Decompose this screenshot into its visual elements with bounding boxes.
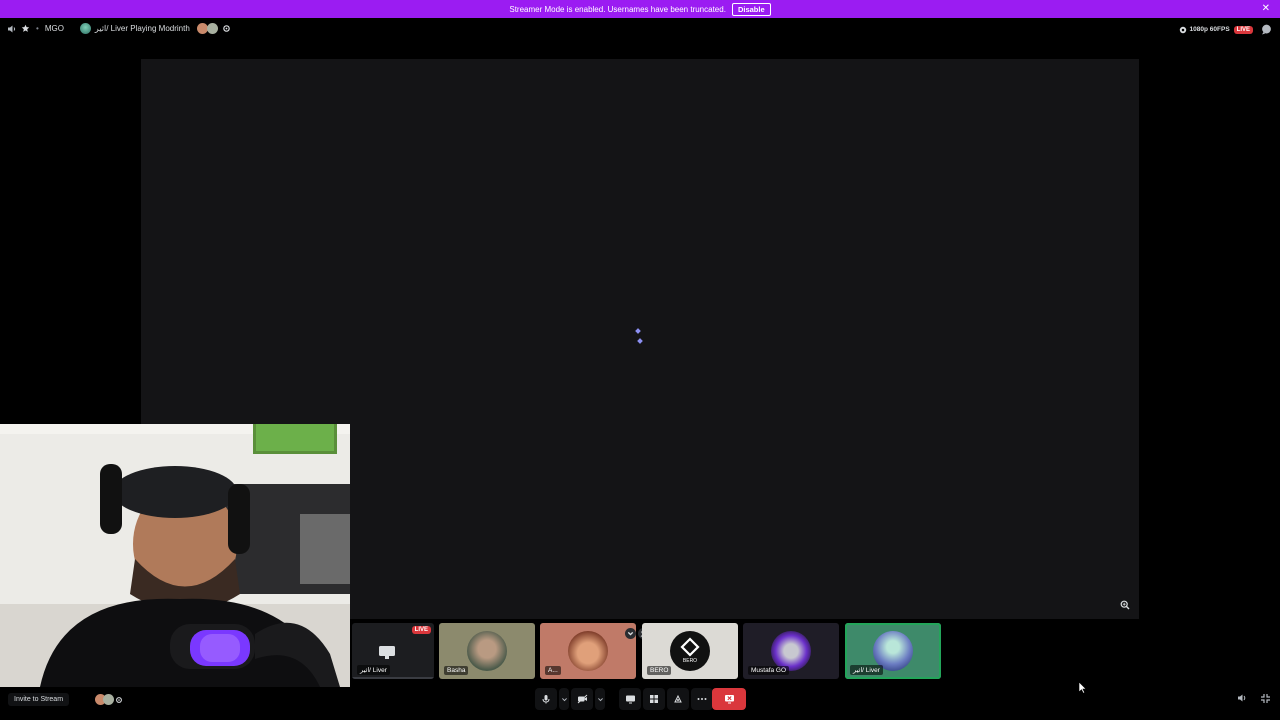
viewer-avatars[interactable] — [95, 694, 123, 705]
volume-icon — [1238, 694, 1246, 702]
stream-title: اثير/ Liver Playing Modrinth — [94, 24, 190, 33]
participant-tile[interactable]: A... — [540, 623, 636, 679]
tile-name: Basha — [444, 666, 469, 675]
more-dots-icon — [697, 698, 707, 700]
activities-button[interactable] — [643, 688, 665, 710]
participant-tile[interactable]: LIVE اثير/ Liver — [352, 623, 434, 679]
chevron-down-icon — [597, 697, 603, 701]
tile-name: A... — [545, 666, 561, 675]
streamer-avatar — [79, 23, 91, 34]
volume-control[interactable] — [1237, 693, 1248, 703]
stop-streaming-button[interactable] — [712, 688, 746, 710]
tile-name: BERO — [647, 666, 672, 675]
participant-tile[interactable]: اثير/ Liver — [845, 623, 941, 679]
star-icon[interactable] — [21, 24, 30, 33]
settings-gear-icon[interactable] — [222, 24, 231, 33]
tile-live-badge: LIVE — [411, 626, 431, 634]
streamer-mode-banner: Streamer Mode is enabled. Usernames have… — [0, 0, 1280, 18]
webcam-scene — [0, 424, 350, 687]
soundboard-button[interactable] — [667, 688, 689, 710]
banner-message: Streamer Mode is enabled. Usernames have… — [509, 4, 726, 14]
participant-tile[interactable]: Basha — [439, 623, 535, 679]
share-screen-button[interactable] — [619, 688, 641, 710]
tile-name: اثير/ Liver — [357, 665, 390, 675]
chevron-down-icon[interactable] — [625, 628, 636, 639]
tile-name: اثير/ Liver — [850, 665, 883, 675]
microphone-options-button[interactable] — [559, 688, 569, 710]
activities-icon — [650, 695, 658, 703]
screen-share-icon — [379, 646, 395, 659]
screen-share-icon — [625, 695, 635, 704]
participant-avatar — [771, 631, 811, 671]
microphone-button[interactable] — [535, 688, 557, 710]
bero-logo-text: BERO — [682, 658, 698, 664]
camera-off-icon — [577, 694, 587, 704]
call-controls — [535, 688, 713, 710]
live-badge: LIVE — [1233, 25, 1253, 34]
stream-header: • MGO اثير/ Liver Playing Modrinth 1080p… — [0, 18, 1280, 42]
bero-logo-icon — [680, 637, 700, 657]
exit-fullscreen-button[interactable] — [1260, 693, 1271, 704]
speaker-icon[interactable] — [7, 24, 17, 34]
participant-avatar — [467, 631, 507, 671]
stop-stream-icon — [724, 695, 734, 704]
stream-quality-badge: 1080p 60FPS — [1179, 26, 1230, 34]
webcam-video — [0, 424, 350, 687]
exit-fullscreen-icon — [1261, 694, 1270, 703]
chat-bubble-icon[interactable] — [1261, 24, 1272, 35]
server-name[interactable]: MGO — [45, 24, 64, 33]
soundboard-icon — [674, 694, 682, 703]
close-banner-icon[interactable]: ✕ — [1262, 3, 1270, 15]
eye-icon — [1179, 26, 1186, 33]
quality-label: 1080p 60FPS — [1189, 26, 1230, 33]
camera-options-button[interactable] — [595, 688, 605, 710]
participant-tile[interactable]: Mustafa GO — [743, 623, 839, 679]
settings-gear-icon — [116, 696, 122, 703]
camera-button[interactable] — [571, 688, 593, 710]
viewer-avatar — [206, 23, 218, 34]
tile-progress — [352, 677, 434, 679]
more-options-button[interactable] — [691, 688, 713, 710]
participant-tile[interactable]: BERO BERO — [642, 623, 738, 679]
tile-name: Mustafa GO — [748, 666, 790, 675]
mouse-cursor-icon — [1078, 681, 1087, 694]
zoom-icon[interactable] — [1120, 600, 1130, 610]
loading-spinner — [635, 328, 644, 345]
participant-avatar: BERO — [670, 631, 710, 671]
disable-streamer-mode-button[interactable]: Disable — [731, 2, 771, 16]
viewer-avatar — [103, 694, 114, 705]
microphone-icon — [542, 695, 550, 704]
invite-to-stream-button[interactable]: Invite to Stream — [8, 693, 70, 706]
participant-avatar — [568, 631, 608, 671]
separator-dot: • — [36, 24, 39, 33]
chevron-down-icon — [561, 697, 567, 701]
